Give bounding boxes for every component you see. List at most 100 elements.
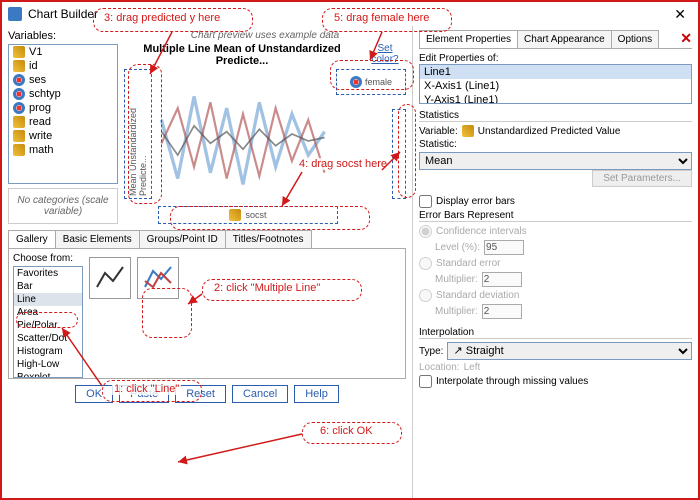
gallery-tabs: Gallery Basic Elements Groups/Point ID T… <box>8 230 406 249</box>
statistic-select[interactable]: Mean <box>419 152 692 170</box>
window-title: Chart Builder <box>28 7 668 21</box>
tab-options[interactable]: Options <box>611 30 659 48</box>
variable-item[interactable]: V1 <box>9 45 117 59</box>
variable-item[interactable]: schtyp <box>9 87 117 101</box>
simple-line-thumb[interactable] <box>89 257 131 299</box>
scale-icon <box>13 46 25 58</box>
tab-element-properties[interactable]: Element Properties <box>419 30 518 48</box>
reset-button[interactable]: Reset <box>175 385 226 403</box>
ci-radio <box>419 225 432 238</box>
chart-type-item[interactable]: Pie/Polar <box>14 319 82 332</box>
ci-label: Confidence intervals <box>436 226 527 237</box>
interp-missing-checkbox[interactable] <box>419 375 432 388</box>
se-label: Standard error <box>436 258 500 269</box>
mult-field-2[interactable] <box>482 304 522 319</box>
scale-icon <box>13 116 25 128</box>
dialog-buttons: OK Paste Reset Cancel Help <box>8 379 406 409</box>
chart-type-list[interactable]: FavoritesBarLineAreaPie/PolarScatter/Dot… <box>13 266 83 378</box>
edit-list-item[interactable]: Y-Axis1 (Line1) <box>420 93 691 104</box>
variable-value: Unstandardized Predicted Value <box>478 126 621 137</box>
display-error-bars-checkbox[interactable] <box>419 195 432 208</box>
edit-properties-label: Edit Properties of: <box>419 53 692 64</box>
tab-groups-point-id[interactable]: Groups/Point ID <box>139 230 226 248</box>
y-axis-dropzone[interactable]: Mean Unstandardized Predicte... <box>124 69 152 199</box>
interp-loc-label: Location: <box>419 362 460 373</box>
legend-label: female <box>365 77 392 87</box>
x-axis-dropzone[interactable]: socst <box>158 206 338 224</box>
variable-label: Variable: <box>419 126 458 137</box>
chart-type-item[interactable]: Line <box>14 293 82 306</box>
choose-from-label: Choose from: <box>13 253 83 264</box>
preview-title: Multiple Line Mean of Unstandardized Pre… <box>124 43 360 67</box>
nom-icon <box>13 74 25 86</box>
sd-label: Standard deviation <box>436 290 519 301</box>
tab-basic-elements[interactable]: Basic Elements <box>55 230 140 248</box>
multiple-line-thumb[interactable] <box>137 257 179 299</box>
scale-icon <box>13 60 25 72</box>
titlebar: Chart Builder ✕ <box>2 2 698 26</box>
se-radio <box>419 257 432 270</box>
interpolation-group: Interpolation <box>419 327 692 339</box>
statistics-group: Statistics <box>419 110 692 122</box>
edit-list-item[interactable]: X-Axis1 (Line1) <box>420 79 691 93</box>
variable-item[interactable]: id <box>9 59 117 73</box>
nom-icon <box>13 102 25 114</box>
mult-field-1[interactable] <box>482 272 522 287</box>
side-dropzone[interactable] <box>392 109 406 199</box>
scale-icon <box>462 125 474 137</box>
error-bars-group: Error Bars Represent <box>419 210 692 222</box>
x-axis-label: socst <box>245 210 266 220</box>
level-field[interactable] <box>484 240 524 255</box>
chart-builder-window: Chart Builder ✕ Variables: V1idsesschtyp… <box>0 0 700 500</box>
scale-icon <box>13 144 25 156</box>
variable-item[interactable]: read <box>9 115 117 129</box>
chart-type-item[interactable]: Histogram <box>14 345 82 358</box>
variable-item[interactable]: math <box>9 143 117 157</box>
ok-button[interactable]: OK <box>75 385 113 403</box>
paste-button[interactable]: Paste <box>119 385 169 403</box>
y-axis-label: Mean Unstandardized Predicte... <box>128 72 148 196</box>
variable-item[interactable]: write <box>9 129 117 143</box>
edit-list-item[interactable]: Line1 <box>420 65 691 79</box>
tab-gallery[interactable]: Gallery <box>8 230 56 248</box>
app-icon <box>8 7 22 21</box>
interp-missing-label: Interpolate through missing values <box>436 376 588 387</box>
variable-item[interactable]: prog <box>9 101 117 115</box>
variables-list[interactable]: V1idsesschtypprogreadwritemath <box>8 44 118 184</box>
tab-chart-appearance[interactable]: Chart Appearance <box>517 30 612 48</box>
preview-hint: Chart preview uses example data <box>124 30 406 41</box>
close-icon[interactable]: ✕ <box>668 6 692 23</box>
set-parameters-button[interactable]: Set Parameters... <box>592 170 692 187</box>
variable-item[interactable]: ses <box>9 73 117 87</box>
chart-type-item[interactable]: Boxplot <box>14 371 82 378</box>
nominal-icon <box>350 76 362 88</box>
cancel-button[interactable]: Cancel <box>232 385 288 403</box>
level-label: Level (%): <box>435 242 480 253</box>
scale-icon <box>13 130 25 142</box>
mult-label-1: Multiplier: <box>435 274 478 285</box>
statistic-label: Statistic: <box>419 139 457 150</box>
tab-titles-footnotes[interactable]: Titles/Footnotes <box>225 230 312 248</box>
plot-area <box>156 73 330 202</box>
chart-type-item[interactable]: Bar <box>14 280 82 293</box>
gallery-panel: Choose from: FavoritesBarLineAreaPie/Pol… <box>8 249 406 379</box>
legend-dropzone[interactable]: female <box>336 69 406 95</box>
sd-radio <box>419 289 432 302</box>
chart-preview[interactable]: Mean Unstandardized Predicte... female <box>124 69 406 224</box>
no-categories-note: No categories (scale variable) <box>8 188 118 224</box>
display-error-bars-label: Display error bars <box>436 196 515 207</box>
chart-type-item[interactable]: High-Low <box>14 358 82 371</box>
set-color-link[interactable]: Set color? <box>364 43 406 67</box>
chart-type-item[interactable]: Scatter/Dot <box>14 332 82 345</box>
interp-type-select[interactable]: ↗ Straight <box>447 342 692 360</box>
interp-type-label: Type: <box>419 346 443 357</box>
chart-type-item[interactable]: Favorites <box>14 267 82 280</box>
scale-icon <box>229 209 241 221</box>
chart-type-item[interactable]: Area <box>14 306 82 319</box>
mult-label-2: Multiplier: <box>435 306 478 317</box>
help-button[interactable]: Help <box>294 385 339 403</box>
edit-properties-list[interactable]: Line1X-Axis1 (Line1)Y-Axis1 (Line1) <box>419 64 692 104</box>
delete-icon[interactable]: ✕ <box>680 30 692 47</box>
variables-label: Variables: <box>8 30 118 42</box>
interp-loc-value: Left <box>464 362 481 373</box>
